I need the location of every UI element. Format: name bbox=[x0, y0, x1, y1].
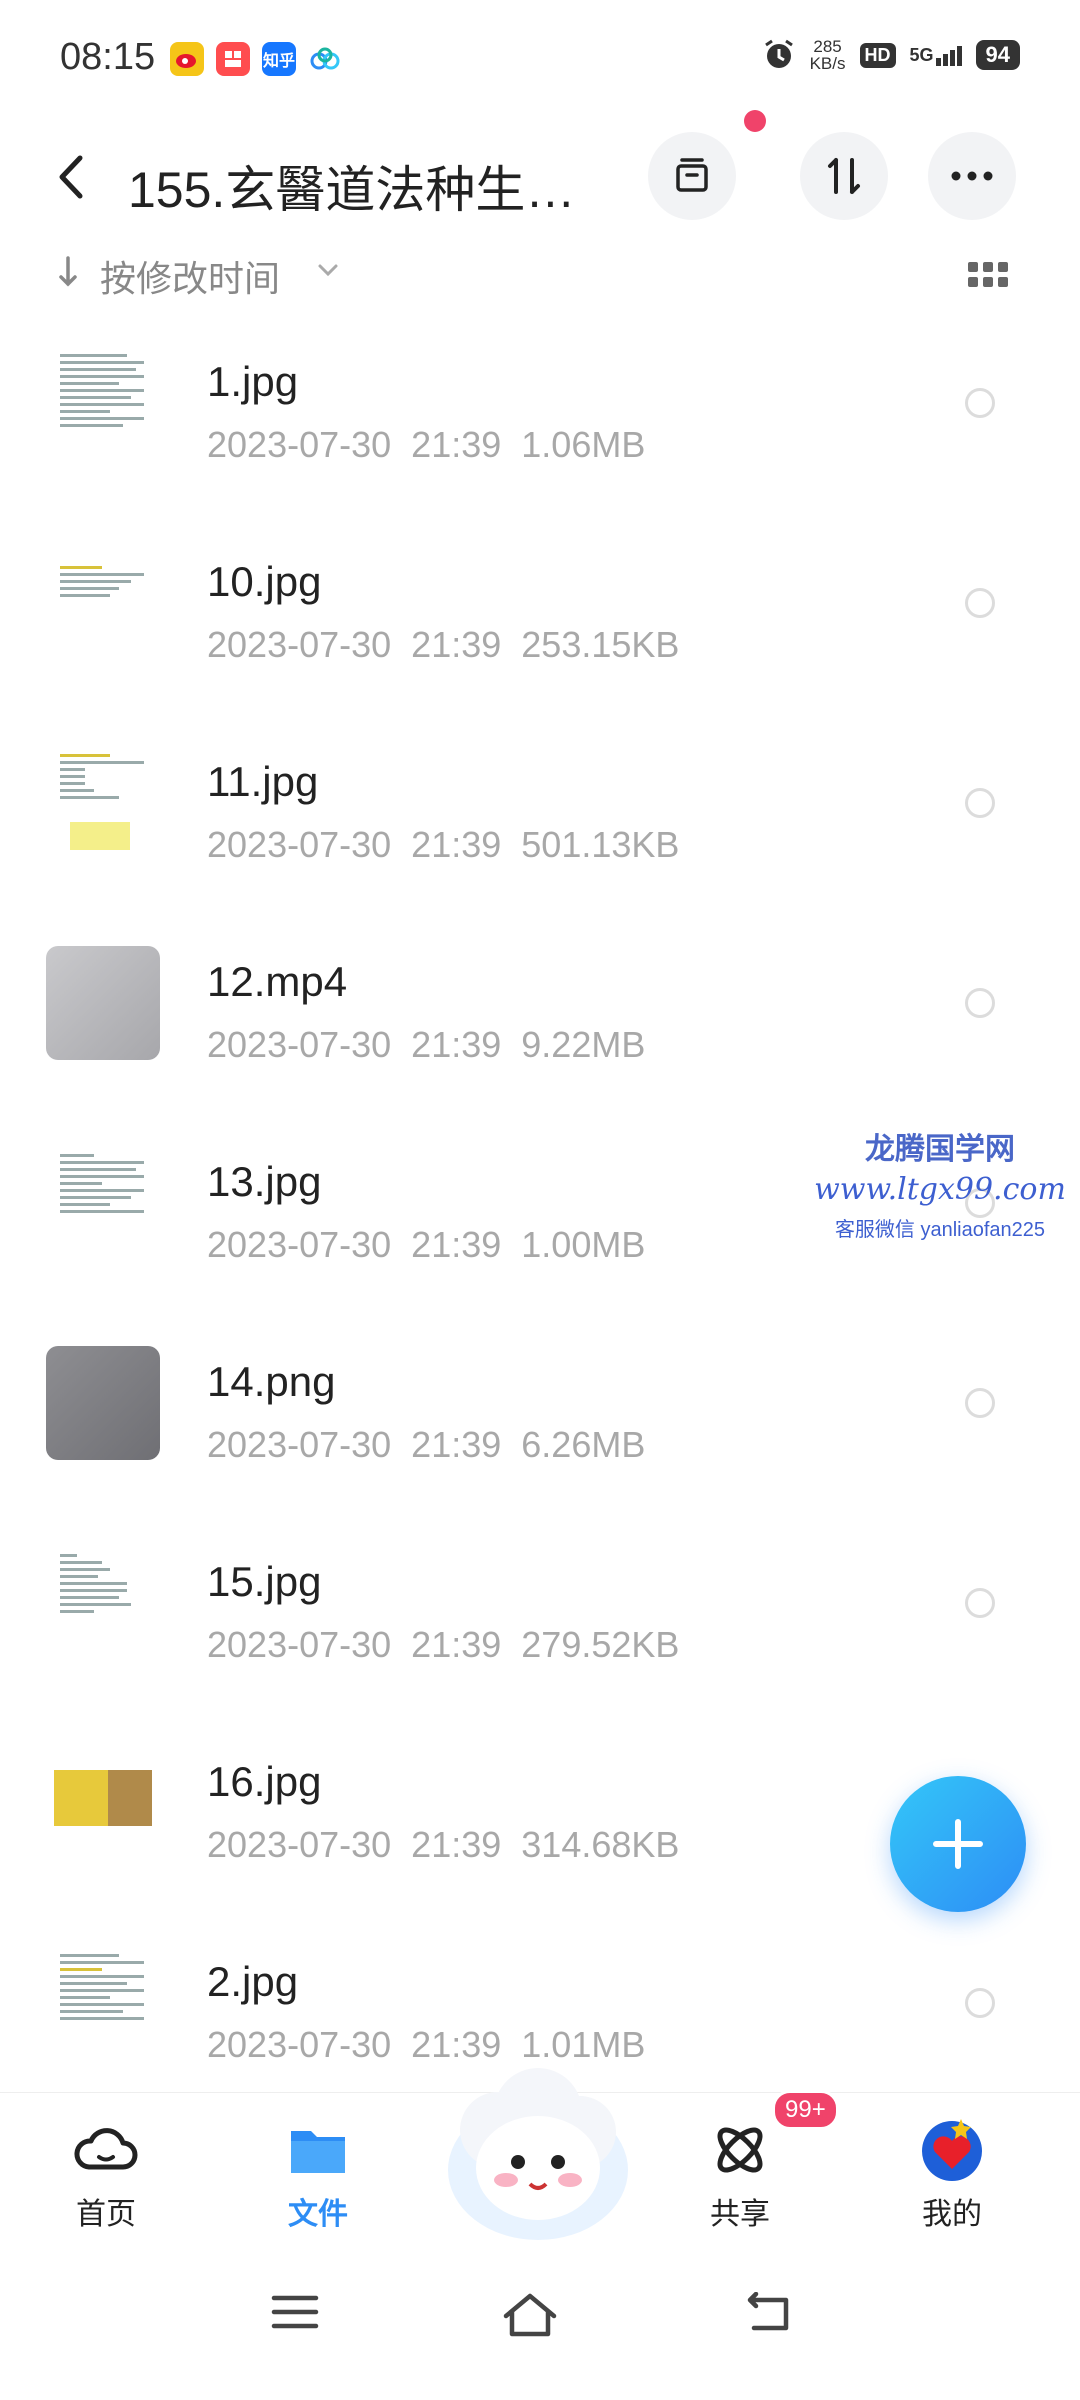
file-row[interactable]: 10.jpg 2023-07-30 21:39 253.15KB bbox=[0, 536, 1080, 736]
nav-mine[interactable]: 我的 bbox=[872, 2093, 1032, 2243]
sort-updown-icon bbox=[828, 158, 860, 194]
file-thumbnail bbox=[46, 1346, 160, 1460]
more-button[interactable] bbox=[928, 132, 1016, 220]
file-thumbnail bbox=[46, 1146, 160, 1260]
watermark-site-name: 龙腾国学网 bbox=[865, 1133, 1015, 1166]
nav-home[interactable]: 首页 bbox=[26, 2093, 186, 2243]
file-name: 1.jpg bbox=[207, 358, 299, 405]
network-type: 5G bbox=[909, 44, 934, 65]
file-meta: 2023-07-30 21:39 9.22MB bbox=[207, 1024, 646, 1065]
watermark: 龙腾国学网 www.ltgx99.com 客服微信 yanliaofan225 bbox=[810, 1124, 1070, 1242]
avatar-heart-icon bbox=[922, 2119, 982, 2181]
file-row[interactable]: 11.jpg 2023-07-30 21:39 501.13KB bbox=[0, 736, 1080, 936]
chevron-left-icon bbox=[59, 155, 83, 199]
back-button[interactable] bbox=[52, 152, 92, 202]
file-thumbnail bbox=[46, 746, 160, 860]
file-meta: 2023-07-30 21:39 1.00MB bbox=[207, 1224, 646, 1265]
sort-by-label[interactable]: 按修改时间 bbox=[100, 250, 280, 302]
zhihu-icon-text: 知乎 bbox=[262, 53, 295, 70]
select-checkbox[interactable] bbox=[965, 1588, 995, 1618]
file-meta: 2023-07-30 21:39 314.68KB bbox=[207, 1824, 680, 1865]
nav-files-label: 文件 bbox=[288, 2198, 348, 2231]
watermark-url: www.ltgx99.com bbox=[814, 1172, 1066, 1207]
add-button[interactable] bbox=[890, 1776, 1026, 1912]
archive-icon bbox=[676, 158, 708, 192]
menu-icon[interactable] bbox=[270, 2292, 320, 2332]
mascot-button[interactable] bbox=[438, 2050, 638, 2250]
archive-button[interactable] bbox=[648, 132, 736, 220]
network-speed: 285 KB/s bbox=[810, 38, 846, 72]
grid-view-icon[interactable] bbox=[968, 262, 1008, 288]
select-checkbox[interactable] bbox=[965, 988, 995, 1018]
notification-icons: 知乎 bbox=[170, 42, 342, 76]
file-name: 15.jpg bbox=[207, 1558, 322, 1605]
file-name: 13.jpg bbox=[207, 1158, 322, 1205]
back-nav-icon[interactable] bbox=[740, 2292, 794, 2334]
nav-home-label: 首页 bbox=[76, 2198, 136, 2231]
alarm-icon bbox=[764, 39, 793, 68]
file-name: 11.jpg bbox=[207, 758, 319, 805]
weibo-icon bbox=[170, 42, 204, 76]
status-time: 08:15 bbox=[60, 36, 156, 78]
speed-unit: KB/s bbox=[809, 54, 846, 73]
speed-value: 285 bbox=[813, 37, 842, 56]
folder-icon bbox=[291, 2131, 345, 2173]
watermark-contact: 客服微信 yanliaofan225 bbox=[834, 1219, 1046, 1241]
sort-bar: 按修改时间 bbox=[0, 248, 1080, 304]
file-row[interactable]: 12.mp4 2023-07-30 21:39 9.22MB bbox=[0, 936, 1080, 1136]
nav-files[interactable]: 文件 bbox=[238, 2093, 398, 2243]
file-thumbnail bbox=[46, 1946, 160, 2060]
nav-mine-label: 我的 bbox=[922, 2198, 982, 2231]
file-thumbnail bbox=[46, 546, 160, 660]
home-icon[interactable] bbox=[500, 2292, 560, 2338]
file-meta: 2023-07-30 21:39 253.15KB bbox=[207, 624, 680, 665]
file-name: 12.mp4 bbox=[207, 958, 348, 1005]
nav-share-label: 共享 bbox=[710, 2198, 770, 2231]
notification-dot bbox=[744, 110, 766, 132]
select-checkbox[interactable] bbox=[965, 1988, 995, 2018]
file-meta: 2023-07-30 21:39 1.06MB bbox=[207, 424, 646, 465]
file-meta: 2023-07-30 21:39 6.26MB bbox=[207, 1424, 646, 1465]
cloud-mascot-icon bbox=[448, 2068, 628, 2240]
file-thumbnail bbox=[46, 946, 160, 1060]
file-name: 16.jpg bbox=[207, 1758, 322, 1805]
select-checkbox[interactable] bbox=[965, 1388, 995, 1418]
file-name: 14.png bbox=[207, 1358, 336, 1405]
plus-icon bbox=[933, 1819, 983, 1869]
file-thumbnail bbox=[46, 346, 160, 460]
select-checkbox[interactable] bbox=[965, 388, 995, 418]
file-thumbnail bbox=[46, 1546, 160, 1660]
system-nav-bar bbox=[0, 2242, 1080, 2400]
battery-indicator: 94 bbox=[975, 40, 1020, 70]
signal-icon: 5G bbox=[910, 45, 962, 66]
app-header: 155.玄醫道法种生… bbox=[0, 120, 1080, 240]
select-checkbox[interactable] bbox=[965, 588, 995, 618]
xiaohongshu-icon bbox=[216, 42, 250, 76]
file-thumbnail bbox=[46, 1746, 160, 1860]
cloud-home-icon bbox=[74, 2128, 138, 2170]
baidu-netdisk-icon bbox=[308, 42, 342, 76]
file-row[interactable]: 14.png 2023-07-30 21:39 6.26MB bbox=[0, 1336, 1080, 1536]
page-title: 155.玄醫道法种生… bbox=[128, 162, 576, 218]
file-name: 2.jpg bbox=[207, 1958, 299, 2005]
file-meta: 2023-07-30 21:39 501.13KB bbox=[207, 824, 680, 865]
status-right: 285 KB/s HD 5G 94 bbox=[762, 38, 1020, 72]
atom-share-icon bbox=[717, 2127, 763, 2173]
chevron-down-icon[interactable] bbox=[316, 262, 340, 278]
share-count-badge: 99+ bbox=[772, 2090, 839, 2130]
hd-badge: HD bbox=[859, 42, 896, 68]
sort-toggle-button[interactable] bbox=[800, 132, 888, 220]
file-name: 10.jpg bbox=[207, 558, 322, 605]
select-checkbox[interactable] bbox=[965, 788, 995, 818]
arrow-down-icon bbox=[59, 256, 77, 287]
file-row[interactable]: 1.jpg 2023-07-30 21:39 1.06MB bbox=[0, 336, 1080, 536]
status-bar: 08:15 知乎 285 KB/s HD 5G 94 bbox=[0, 0, 1080, 120]
more-dots-icon bbox=[951, 171, 993, 181]
zhihu-icon: 知乎 bbox=[262, 42, 296, 76]
file-row[interactable]: 15.jpg 2023-07-30 21:39 279.52KB bbox=[0, 1536, 1080, 1736]
file-meta: 2023-07-30 21:39 279.52KB bbox=[207, 1624, 680, 1665]
